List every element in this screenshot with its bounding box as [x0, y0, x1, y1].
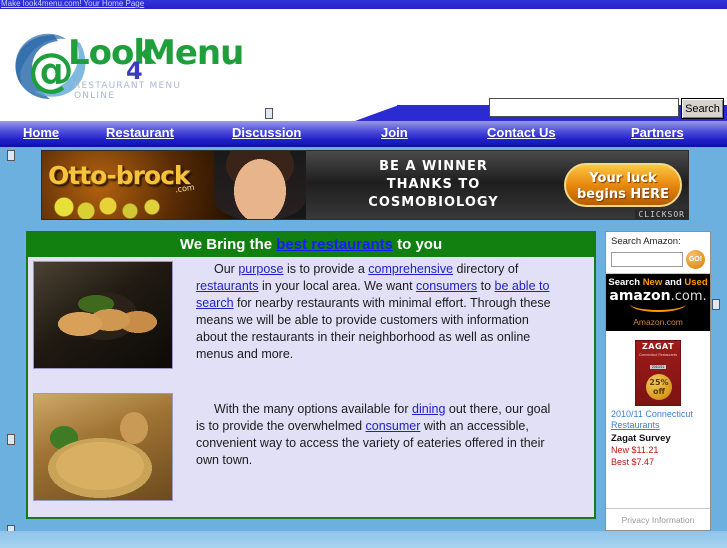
amazon-search-input[interactable]	[611, 252, 683, 267]
amazon-tagline-and: and	[662, 277, 685, 288]
dice-icon	[52, 191, 192, 219]
amazon-tagline-search: Search	[608, 277, 643, 288]
page-body: Otto-brock .com BE A WINNER THANKS TO CO…	[0, 147, 727, 548]
zagat-restaurants-link[interactable]: Restaurants	[611, 420, 660, 430]
amazon-wordmark-suffix: .com.	[670, 289, 707, 304]
amazon-domain-text: Amazon.com	[633, 317, 683, 327]
banner-brand-panel: Otto-brock .com	[42, 151, 232, 219]
banner-advertisement[interactable]: Otto-brock .com BE A WINNER THANKS TO CO…	[41, 150, 689, 220]
ad-network-label: CLICKSOR	[635, 209, 688, 219]
content-body: Our purpose is to provide a comprehensiv…	[28, 257, 594, 517]
banner-message-panel: BE A WINNER THANKS TO COSMOBIOLOGY Your …	[306, 151, 688, 219]
zagat-product-title: 2010/11 Connecticut Restaurants	[611, 409, 705, 431]
search-link[interactable]: search	[196, 296, 234, 310]
be-able-to-link[interactable]: be able to	[495, 279, 550, 293]
purpose-link[interactable]: purpose	[238, 262, 283, 276]
nav-item-restaurant[interactable]: Restaurant	[106, 125, 174, 140]
restaurants-link[interactable]: restaurants	[196, 279, 259, 293]
banner-brand-logo: Otto-brock	[48, 161, 191, 190]
amazon-wordmark: amazon.com.	[608, 288, 708, 305]
p2-text-1: With the many options available for	[214, 402, 413, 416]
search-input[interactable]	[489, 98, 679, 117]
p1-text-2: is to provide a	[283, 262, 369, 276]
p1-text-4: in your local area. We want	[258, 279, 417, 293]
logo-menu-text: Menu	[142, 33, 244, 73]
main-navigation: Home Restaurant Discussion Join Contact …	[0, 121, 727, 147]
nav-item-home[interactable]: Home	[23, 125, 59, 140]
amazon-sidebar: Search Amazon: GO! Search New and Used a…	[605, 231, 711, 531]
banner-cta-line1: Your luck	[589, 171, 657, 186]
food-photo-pasta	[33, 393, 173, 501]
make-homepage-link[interactable]: Make look4menu.com! Your Home Page	[1, 0, 144, 9]
banner-cta-button[interactable]: Your luck begins HERE	[564, 163, 682, 207]
p1-text-1: Our	[214, 262, 239, 276]
consumers-link[interactable]: consumers	[416, 279, 477, 293]
amazon-tagline-used: Used	[684, 277, 708, 288]
discount-badge-off: off	[653, 387, 665, 396]
zagat-title-line1: 2010/11 Connecticut	[611, 409, 693, 419]
amazon-go-button[interactable]: GO!	[686, 250, 705, 269]
logo-tagline: RESTAURANT MENU ONLINE	[74, 81, 182, 101]
intro-paragraph-1: Our purpose is to provide a comprehensiv…	[196, 261, 562, 363]
amazon-tagline: Search New and Used	[608, 277, 708, 288]
content-heading-prefix: We Bring the	[179, 236, 277, 253]
banner-headline-line3: COSMOBIOLOGY	[368, 195, 499, 210]
broken-image-placeholder-right	[712, 299, 720, 310]
zagat-survey-label: Zagat Survey	[611, 433, 671, 444]
footer-strip	[0, 531, 727, 548]
zagat-best-price: Best $7.47	[611, 457, 655, 467]
zagat-cover-year: 2010/11	[649, 365, 667, 369]
zagat-new-price: New $11.21	[611, 445, 659, 455]
site-logo[interactable]: @ Look 4 Menu RESTAURANT MENU ONLINE	[8, 17, 244, 113]
food-photo-seared-tuna	[33, 261, 173, 369]
banner-headline: BE A WINNER THANKS TO COSMOBIOLOGY	[306, 151, 561, 212]
consumer-link[interactable]: consumer	[366, 419, 421, 433]
zagat-product-section[interactable]: ZAGAT Connecticut Restaurants 2010/11 25…	[606, 331, 710, 509]
zagat-book-cover[interactable]: ZAGAT Connecticut Restaurants 2010/11 25…	[635, 340, 681, 406]
broken-image-placeholder-left-top	[7, 150, 15, 161]
amazon-search-label: Search Amazon:	[611, 236, 681, 247]
p1-text-3: directory of	[453, 262, 519, 276]
banner-headline-line1: BE A WINNER	[379, 159, 488, 174]
banner-cta-line2: begins HERE	[576, 187, 670, 202]
broken-image-placeholder-header	[265, 108, 273, 119]
banner-headline-line2: THANKS TO	[386, 177, 481, 192]
logo-four-text: 4	[126, 57, 143, 85]
content-heading-suffix: to you	[392, 236, 443, 253]
zagat-cover-title: ZAGAT	[641, 342, 675, 351]
broken-image-placeholder-left-bottom	[7, 434, 15, 445]
amazon-wordmark-text: amazon	[609, 288, 671, 304]
search-button[interactable]: Search	[681, 98, 724, 119]
best-restaurants-link[interactable]: best restaurants	[276, 236, 393, 253]
nav-item-discussion[interactable]: Discussion	[232, 125, 301, 140]
amazon-smile-arrow-icon	[630, 304, 686, 312]
privacy-information-link[interactable]: Privacy Information	[606, 509, 710, 530]
main-content-card: We Bring the best restaurants to you Our…	[26, 231, 596, 519]
nav-item-contact-us[interactable]: Contact Us	[487, 125, 556, 140]
p1-text-5: to	[477, 279, 495, 293]
amazon-search-row: GO!	[611, 250, 705, 269]
site-header: @ Look 4 Menu RESTAURANT MENU ONLINE Sea…	[0, 9, 727, 121]
intro-paragraph-2: With the many options available for dini…	[196, 401, 562, 469]
amazon-logo-block[interactable]: Search New and Used amazon.com. Amazon.c…	[606, 274, 710, 331]
comprehensive-link[interactable]: comprehensive	[368, 262, 453, 276]
top-home-page-bar: Make look4menu.com! Your Home Page	[0, 0, 727, 9]
amazon-tagline-new: New	[642, 277, 663, 288]
dining-link[interactable]: dining	[412, 402, 445, 416]
nav-item-partners[interactable]: Partners	[631, 125, 684, 140]
banner-model-photo	[214, 151, 306, 219]
content-heading: We Bring the best restaurants to you	[28, 233, 594, 257]
p1-text-7: for nearby restaurants with minimal effo…	[196, 296, 551, 361]
amazon-search-section: Search Amazon: GO!	[606, 232, 710, 274]
nav-item-join[interactable]: Join	[381, 125, 408, 140]
discount-badge-percent: 25%	[649, 378, 669, 387]
discount-badge: 25% off	[646, 374, 672, 400]
